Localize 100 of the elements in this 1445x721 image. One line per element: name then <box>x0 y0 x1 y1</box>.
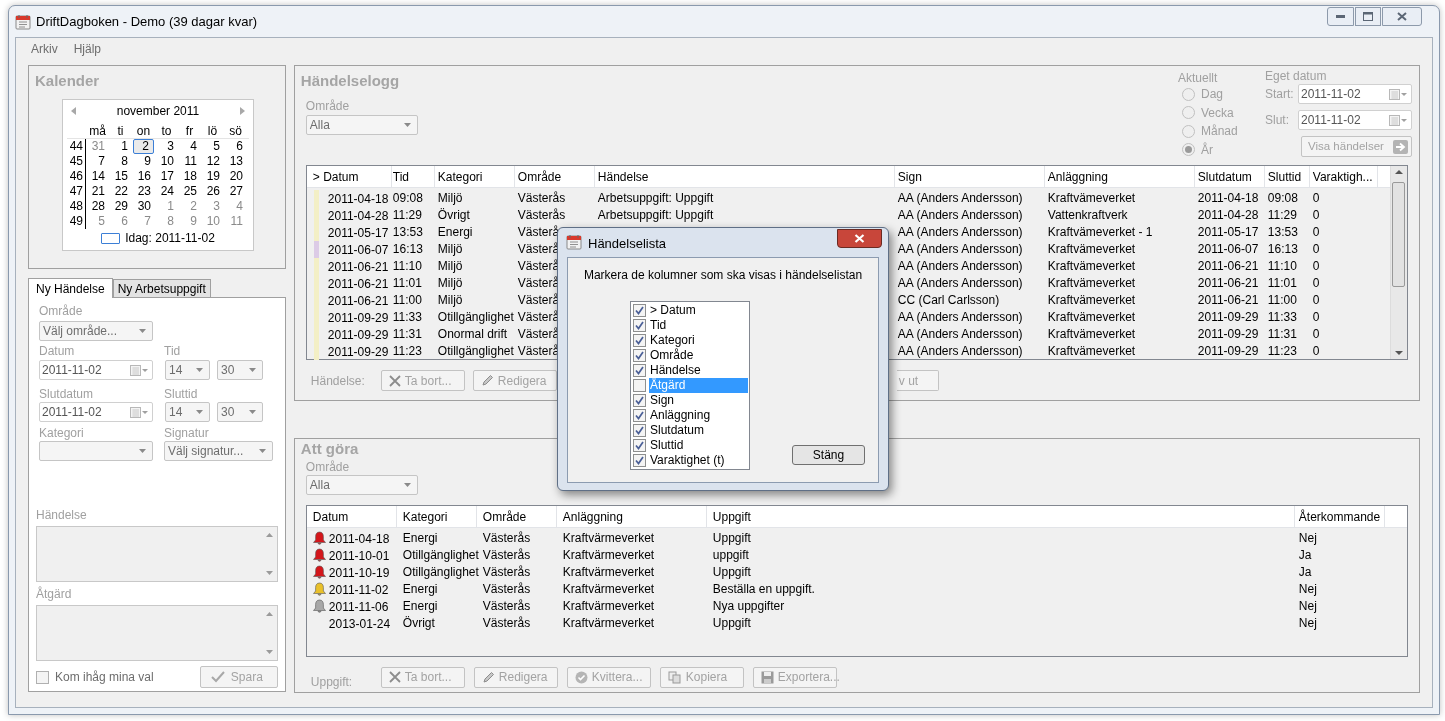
checkbox[interactable] <box>633 394 646 407</box>
calendar-day[interactable]: 4 <box>178 139 201 154</box>
calendar-day[interactable]: 3 <box>201 199 224 214</box>
column-header[interactable]: Sign <box>894 166 1045 188</box>
dropdown[interactable]: Alla <box>305 115 418 135</box>
month-calendar[interactable]: november 2011 må ti on to fr lö sö 44 31 1 2 3 4 5 6 45 7 8 9 10 11 12 13 46 14 15 16 17 18 19 20 47 21 22 23 24 25 26 27 48 28 29 30 1 2 3 4 49 5 6 7 8 9 10 11 Idag: 2011-11-02 <box>62 99 254 251</box>
calendar-day[interactable]: 6 <box>109 214 132 229</box>
dropdown[interactable]: Välj område... <box>39 321 153 341</box>
calendar-day[interactable]: 8 <box>109 154 132 169</box>
calendar-day[interactable]: 23 <box>132 184 155 199</box>
checkbox-label[interactable]: Kom ihåg mina val <box>55 668 154 686</box>
close-button[interactable] <box>837 229 882 248</box>
dropdown[interactable]: 30 <box>217 402 263 422</box>
calendar-day[interactable]: 20 <box>224 169 247 184</box>
list-item[interactable]: Kategori <box>649 333 748 348</box>
checkbox[interactable] <box>633 379 646 392</box>
scroll-up-icon[interactable] <box>1394 170 1403 174</box>
calendar-day[interactable]: 14 <box>86 169 109 184</box>
calendar-day[interactable]: 26 <box>201 184 224 199</box>
dropdown[interactable] <box>39 441 153 461</box>
calendar-day[interactable]: 18 <box>178 169 201 184</box>
calendar-day[interactable]: 19 <box>201 169 224 184</box>
list-item[interactable]: Sluttid <box>649 438 748 453</box>
dropdown[interactable]: 14 <box>165 402 210 422</box>
checkbox[interactable] <box>633 454 646 467</box>
list-item[interactable]: Sign <box>649 393 748 408</box>
list-item[interactable]: Område <box>649 348 748 363</box>
text-area[interactable] <box>36 605 278 661</box>
column-header[interactable]: > Datum <box>306 166 392 188</box>
calendar-day[interactable]: 11 <box>178 154 201 169</box>
next-month-icon[interactable] <box>240 107 245 115</box>
radio-button[interactable] <box>1182 106 1195 120</box>
calendar-day[interactable]: 8 <box>155 214 178 229</box>
calendar-day[interactable]: 5 <box>201 139 224 154</box>
calendar-day[interactable]: 27 <box>224 184 247 199</box>
calendar-day[interactable]: 21 <box>86 184 109 199</box>
calendar-day[interactable]: 6 <box>224 139 247 154</box>
column-header[interactable]: Kategori <box>396 506 477 528</box>
date-picker[interactable]: 2011-11-02 <box>39 402 153 422</box>
maximize-button[interactable] <box>1355 7 1381 26</box>
calendar-day[interactable]: 2 <box>178 199 201 214</box>
dropdown[interactable]: 14 <box>165 360 210 380</box>
checkbox[interactable] <box>633 304 646 317</box>
scrollbar[interactable] <box>1389 166 1407 359</box>
calendar-day[interactable]: 15 <box>109 169 132 184</box>
checkbox[interactable] <box>633 319 646 332</box>
column-header[interactable]: Händelse <box>594 166 895 188</box>
tab[interactable]: Ny Händelse <box>28 278 113 298</box>
column-header[interactable]: Sluttid <box>1264 166 1310 188</box>
calendar-day[interactable]: 31 <box>86 139 109 154</box>
date-picker[interactable]: 2011-11-02 <box>39 360 153 380</box>
calendar-day[interactable]: 12 <box>201 154 224 169</box>
calendar-day[interactable]: 30 <box>132 199 155 214</box>
column-header[interactable]: Anläggning <box>556 506 707 528</box>
column-header[interactable]: Varaktigh... <box>1309 166 1378 188</box>
close-button[interactable] <box>1382 7 1422 26</box>
date-picker[interactable]: 2011-11-02 <box>1298 110 1412 130</box>
checkbox[interactable] <box>36 670 49 684</box>
calendar-day[interactable]: 29 <box>109 199 132 214</box>
calendar-day[interactable]: 22 <box>109 184 132 199</box>
calendar-day[interactable]: 10 <box>201 214 224 229</box>
today-link[interactable]: Idag: 2011-11-02 <box>125 229 215 247</box>
dropdown[interactable]: Välj signatur... <box>164 441 273 461</box>
list-item[interactable]: Varaktighet (t) <box>649 453 748 468</box>
menu-item[interactable]: Hjälp <box>66 40 109 58</box>
scrollbar-thumb[interactable] <box>1392 182 1406 287</box>
calendar-day[interactable]: 28 <box>86 199 109 214</box>
column-header[interactable]: Datum <box>306 506 397 528</box>
checkbox[interactable] <box>633 409 646 422</box>
calendar-day[interactable]: 9 <box>178 214 201 229</box>
scroll-down-icon[interactable] <box>1394 351 1403 355</box>
text-area[interactable] <box>36 526 278 582</box>
calendar-day[interactable]: 5 <box>86 214 109 229</box>
list-item[interactable]: Händelse <box>649 363 748 378</box>
date-picker[interactable]: 2011-11-02 <box>1298 84 1412 104</box>
column-header[interactable]: Återkommande <box>1294 506 1385 528</box>
calendar-day[interactable]: 7 <box>86 154 109 169</box>
checkbox[interactable] <box>633 364 646 377</box>
list-item[interactable]: > Datum <box>649 303 748 318</box>
radio-button[interactable] <box>1182 87 1195 101</box>
column-header[interactable]: Anläggning <box>1044 166 1195 188</box>
column-header[interactable]: Slutdatum <box>1194 166 1265 188</box>
list-item[interactable]: Anläggning <box>649 408 748 423</box>
minimize-button[interactable] <box>1327 7 1354 26</box>
dropdown[interactable]: Alla <box>305 475 418 495</box>
list-item[interactable]: Tid <box>649 318 748 333</box>
calendar-day[interactable]: 3 <box>155 139 178 154</box>
calendar-day[interactable]: 9 <box>132 154 155 169</box>
column-header[interactable]: Tid <box>391 166 435 188</box>
column-header[interactable]: Kategori <box>434 166 515 188</box>
calendar-day[interactable]: 24 <box>155 184 178 199</box>
calendar-day[interactable]: 1 <box>109 139 132 154</box>
dropdown[interactable]: 30 <box>217 360 263 380</box>
checkbox[interactable] <box>633 424 646 437</box>
calendar-day[interactable]: 13 <box>224 154 247 169</box>
calendar-day[interactable]: 16 <box>132 169 155 184</box>
calendar-day[interactable]: 10 <box>155 154 178 169</box>
radio-button[interactable] <box>1182 143 1195 157</box>
tab[interactable]: Ny Arbetsuppgift <box>112 279 211 297</box>
column-header[interactable]: Uppgift <box>706 506 1295 528</box>
